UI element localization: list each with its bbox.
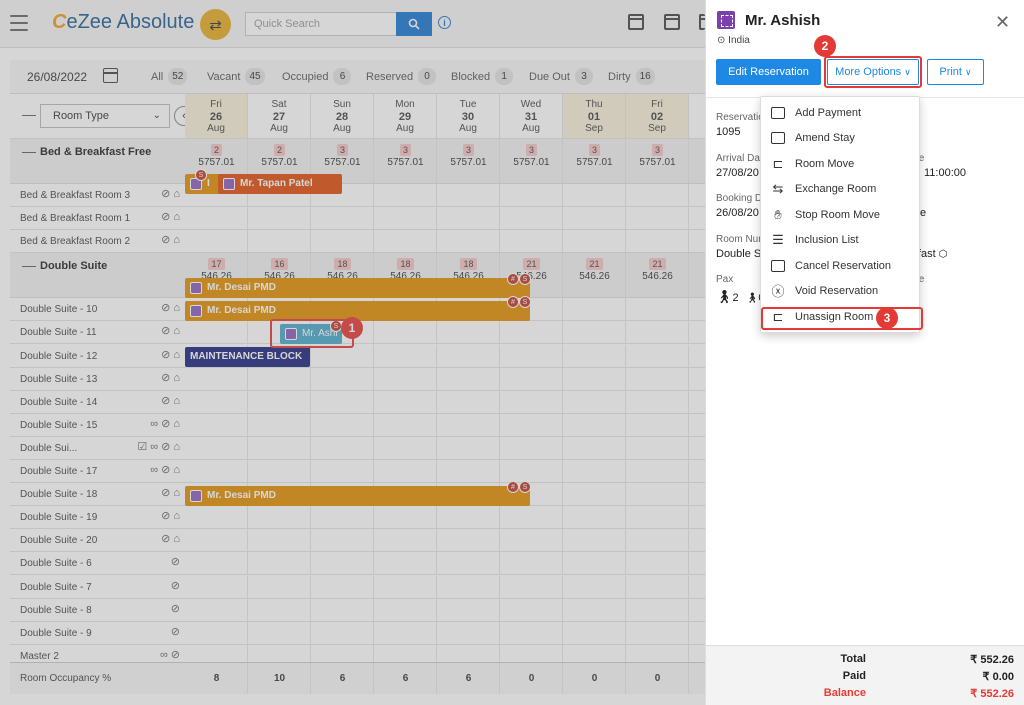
totals-section: Total ₹ 552.26 Paid ₹ 0.00 Balance ₹ 552… [706, 645, 1024, 705]
menu-item-stop-room-move[interactable]: ✋︎ Stop Room Move [761, 202, 921, 227]
box-icon: ⬡ [938, 249, 948, 260]
room-type-value: fast ⬡ [918, 248, 948, 260]
adult-icon: 🚶︎ [716, 289, 733, 304]
menu-item-inclusion-list[interactable]: ☰ Inclusion List [761, 227, 921, 252]
menu-item-exchange-room[interactable]: ⇆ Exchange Room [761, 176, 921, 201]
menu-item-add-payment[interactable]: Add Payment [761, 100, 921, 125]
bed-exchange-icon: ⇆ [772, 180, 784, 196]
payment-icon [771, 106, 785, 119]
annotation-box-2 [824, 56, 922, 88]
list-icon: ☰ [772, 231, 784, 247]
menu-item-cancel-reservation[interactable]: Cancel Reservation [761, 253, 921, 278]
annotation-box-3 [761, 307, 923, 330]
modal-overlay[interactable] [0, 0, 705, 705]
calendar-edit-icon [771, 131, 785, 144]
calendar-cancel-icon [771, 259, 785, 272]
more-options-menu: Add Payment Amend Stay ⊏ Room Move ⇆ Excha… [760, 96, 920, 333]
circle-x-icon: ⓧ [771, 284, 785, 299]
chevron-down-icon: ∨ [965, 67, 972, 77]
annotation-number-2: 2 [814, 35, 836, 57]
annotation-number-3: 3 [876, 307, 898, 329]
menu-item-room-move[interactable]: ⊏ Room Move [761, 151, 921, 176]
print-button[interactable]: Print ∨ [927, 59, 984, 85]
guest-name: Mr. Ashish [745, 12, 821, 29]
guest-location: ⊙ India [717, 35, 750, 46]
menu-item-void-reservation[interactable]: ⓧ Void Reservation [761, 278, 921, 303]
location-pin-icon: ⊙ [717, 35, 726, 46]
close-icon[interactable]: ✕ [995, 12, 1010, 33]
pax-values: 🚶︎2 🚶︎0 [716, 289, 765, 304]
menu-item-amend-stay[interactable]: Amend Stay [761, 125, 921, 150]
bed-icon: ⊏ [772, 155, 784, 171]
building-icon [717, 11, 735, 29]
edit-reservation-button[interactable]: Edit Reservation [716, 59, 821, 85]
child-icon: 🚶︎ [745, 293, 759, 304]
hand-stop-icon: ✋︎ [774, 206, 782, 222]
